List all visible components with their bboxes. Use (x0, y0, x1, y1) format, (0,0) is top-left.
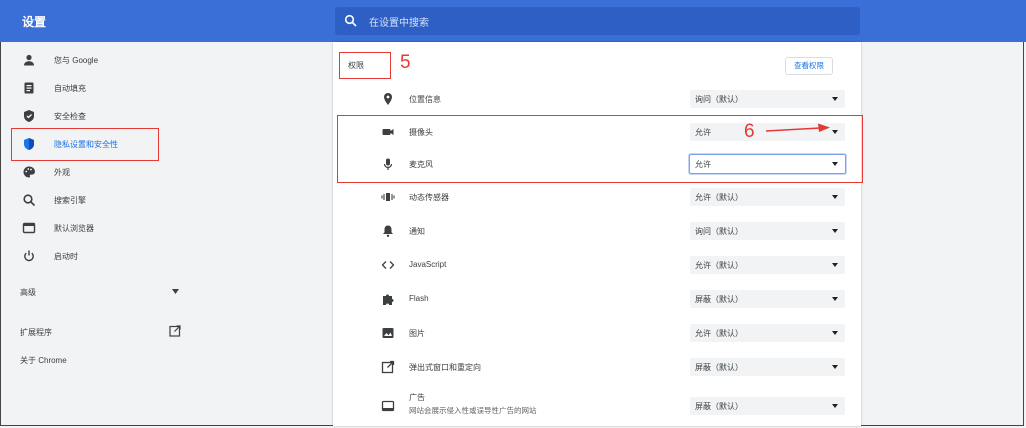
sidebar-item-appearance[interactable]: 外观 (0, 159, 200, 187)
permission-row-notifications[interactable]: 通知 询问（默认） (333, 216, 861, 248)
sidebar-item-search-engine[interactable]: 搜索引擎 (0, 187, 200, 215)
sensor-icon (381, 193, 395, 201)
sidebar-item-safety-check[interactable]: 安全检查 (0, 103, 200, 131)
shield-icon (24, 110, 34, 122)
browser-icon (22, 222, 36, 234)
select-value: 询问（默认） (695, 95, 743, 104)
top-bar: 设置 在设置中搜索 (0, 0, 1026, 42)
permission-row-ads[interactable]: 广告 网站会展示侵入性或误导性广告的网站 屏蔽（默认） (333, 386, 861, 424)
open-new-icon (381, 360, 395, 374)
permission-label: 弹出式窗口和重定向 (409, 363, 481, 372)
chevron-down-icon[interactable] (172, 289, 179, 294)
permission-row-motion-sensors[interactable]: 动态传感器 允许（默认） (333, 182, 861, 214)
permission-select[interactable]: 询问（默认） (690, 90, 845, 108)
select-value: 屏蔽（默认） (695, 295, 743, 304)
palette-icon (23, 166, 35, 178)
sidebar-item-label: 外观 (54, 168, 70, 177)
puzzle-icon (383, 294, 394, 305)
sidebar-advanced[interactable]: 高级 (20, 287, 36, 298)
permission-label: 动态传感器 (409, 193, 449, 202)
search-input[interactable]: 在设置中搜索 (335, 7, 860, 35)
permission-row-popups[interactable]: 弹出式窗口和重定向 屏蔽（默认） (333, 352, 861, 384)
permission-label: 图片 (409, 329, 425, 338)
sidebar-extensions[interactable]: 扩展程序 (20, 327, 52, 338)
search-placeholder: 在设置中搜索 (369, 18, 429, 29)
search-icon (23, 194, 36, 207)
sidebar-item-on-startup[interactable]: 启动时 (0, 243, 200, 271)
page-title: 设置 (22, 15, 47, 29)
open-in-new-icon[interactable] (169, 325, 181, 337)
permission-select[interactable]: 屏蔽（默认） (690, 358, 845, 376)
view-permissions-button[interactable]: 查看权限 (785, 57, 833, 75)
annotation-step-6: 6 (744, 121, 755, 142)
dropdown-arrow-icon (832, 404, 838, 408)
select-value: 屏蔽（默认） (695, 363, 743, 372)
permission-label: JavaScript (409, 260, 447, 269)
location-icon (384, 93, 392, 105)
permission-row-javascript[interactable]: JavaScript 允许（默认） (333, 250, 861, 282)
permission-select[interactable]: 允许（默认） (690, 324, 845, 342)
select-value: 允许（默认） (695, 261, 743, 270)
sidebar-item-label: 您与 Google (54, 56, 99, 65)
annotation-box-permissions (339, 52, 391, 79)
permission-select[interactable]: 屏蔽（默认） (690, 290, 845, 308)
dropdown-arrow-icon (832, 263, 838, 267)
clipboard-icon (24, 82, 34, 94)
permission-label: Flash (409, 294, 429, 303)
dropdown-arrow-icon (832, 195, 838, 199)
annotation-arrow-icon (765, 123, 830, 132)
permission-select[interactable]: 询问（默认） (690, 222, 845, 240)
sidebar-item-label: 安全检查 (54, 112, 86, 121)
dropdown-arrow-icon (832, 97, 838, 101)
sidebar-item-label: 搜索引擎 (54, 196, 86, 205)
sidebar-item-autofill[interactable]: 自动填充 (0, 75, 200, 103)
code-icon (381, 261, 395, 269)
sidebar: 您与 Google 自动填充 安全检查 隐私设置和安全性 外观 搜索引擎 默认浏… (0, 42, 200, 426)
permission-label: 位置信息 (409, 95, 441, 104)
permission-row-location[interactable]: 位置信息 询问（默认） (333, 84, 861, 114)
permission-select[interactable]: 屏蔽（默认） (690, 397, 845, 415)
permission-label: 广告 (409, 393, 425, 402)
select-value: 允许（默认） (695, 329, 743, 338)
dropdown-arrow-icon (832, 229, 838, 233)
sidebar-item-label: 默认浏览器 (54, 224, 94, 233)
permission-select[interactable]: 允许（默认） (690, 256, 845, 274)
person-icon (24, 54, 34, 66)
search-icon (344, 14, 357, 27)
permission-label: 通知 (409, 227, 425, 236)
permission-row-images[interactable]: 图片 允许（默认） (333, 318, 861, 350)
permission-sublabel: 网站会展示侵入性或误导性广告的网站 (409, 406, 537, 415)
ad-icon (381, 400, 395, 412)
permissions-panel: 权限 查看权限 位置信息 询问（默认） 摄像头 允许 麦克风 允许 动态传感器 … (333, 42, 861, 426)
annotation-step-5: 5 (400, 52, 411, 73)
dropdown-arrow-icon (832, 297, 838, 301)
permission-row-flash[interactable]: Flash 屏蔽（默认） (333, 284, 861, 316)
sidebar-item-label: 启动时 (54, 252, 78, 261)
select-value: 允许（默认） (695, 193, 743, 202)
sidebar-item-label: 自动填充 (54, 84, 86, 93)
select-value: 询问（默认） (695, 227, 743, 236)
annotation-box-privacy (11, 128, 159, 161)
select-value: 屏蔽（默认） (695, 402, 743, 411)
dropdown-arrow-icon (832, 365, 838, 369)
image-icon (382, 328, 394, 338)
permission-select[interactable]: 允许（默认） (690, 188, 845, 206)
sidebar-item-you-and-google[interactable]: 您与 Google (0, 47, 200, 75)
bell-icon (383, 225, 393, 237)
sidebar-item-default-browser[interactable]: 默认浏览器 (0, 215, 200, 243)
dropdown-arrow-icon (832, 331, 838, 335)
power-icon (24, 250, 34, 262)
sidebar-about-chrome[interactable]: 关于 Chrome (20, 355, 67, 366)
